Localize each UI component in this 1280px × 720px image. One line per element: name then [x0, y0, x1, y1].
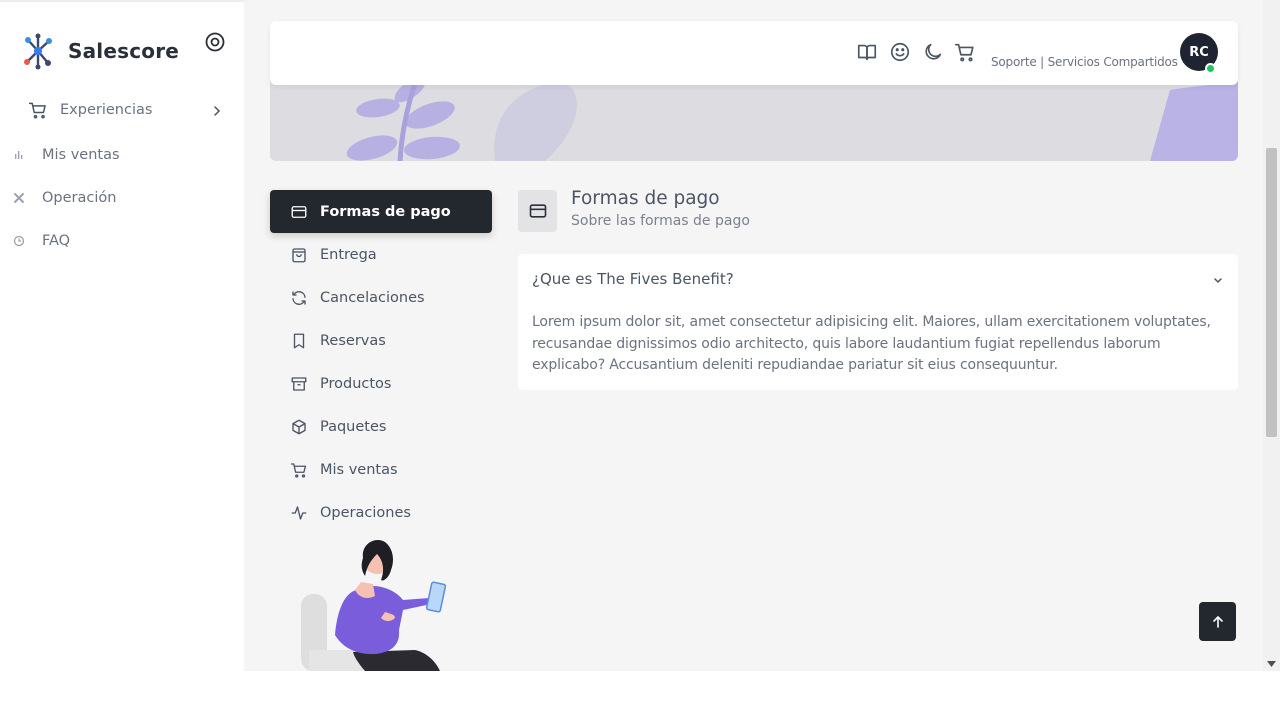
- moon-icon[interactable]: [922, 41, 944, 63]
- page-scrollbar[interactable]: [1263, 0, 1280, 671]
- section-subtitle: Sobre las formas de pago: [571, 213, 750, 229]
- brand-name: Salescore: [68, 39, 180, 63]
- category-label: Entrega: [320, 246, 377, 263]
- faq-accordion-item: ¿Que es The Fives Benefit? Lorem ipsum d…: [518, 254, 1238, 390]
- category-reservas[interactable]: Reservas: [270, 319, 492, 362]
- credit-card-icon: [529, 204, 546, 218]
- section-icon-box: [518, 190, 557, 232]
- sidebar-item-experiencias[interactable]: Experiencias: [28, 100, 152, 120]
- sidebar-item-faq[interactable]: FAQ: [12, 233, 70, 249]
- section-title: Formas de pago: [571, 188, 720, 209]
- scrollbar-thumb[interactable]: [1266, 148, 1277, 437]
- online-status-badge: [1205, 63, 1216, 74]
- category-operaciones[interactable]: Operaciones: [270, 491, 492, 534]
- book-icon[interactable]: [856, 41, 878, 63]
- sidebar-item-operacion[interactable]: Operación: [12, 190, 116, 206]
- category-label: Productos: [320, 375, 392, 392]
- category-label: Cancelaciones: [320, 289, 425, 306]
- woman-with-phone-illustration: [301, 539, 447, 671]
- archive-icon: [291, 376, 307, 391]
- top-bar: Soporte | Servicios Compartidos RC: [270, 21, 1238, 85]
- sidebar-item-label: FAQ: [42, 233, 71, 249]
- brand-logo-icon: [24, 33, 52, 70]
- category-label: Formas de pago: [320, 203, 451, 220]
- category-mis-ventas[interactable]: Mis ventas: [270, 448, 492, 491]
- faq-answer: Lorem ipsum dolor sit, amet consectetur …: [532, 314, 1211, 373]
- page-bottom-margin: [0, 671, 1280, 720]
- credit-card-icon: [291, 205, 307, 218]
- cart-icon[interactable]: [954, 41, 976, 63]
- clock-icon: [13, 235, 25, 247]
- bag-icon: [292, 247, 306, 262]
- package-icon: [292, 419, 306, 434]
- chevron-down-icon[interactable]: [1212, 276, 1224, 286]
- app-root: Salescore Experiencias Mis ventas Operac…: [0, 0, 1280, 671]
- category-label: Paquetes: [320, 418, 387, 435]
- sidebar-item-label: Experiencias: [60, 102, 153, 118]
- tools-icon: [14, 193, 24, 203]
- support-link[interactable]: Soporte | Servicios Compartidos: [991, 55, 1178, 69]
- avatar-initials: RC: [1189, 44, 1209, 60]
- smile-icon[interactable]: [889, 41, 911, 63]
- bar-chart-icon: [15, 151, 23, 159]
- category-productos[interactable]: Productos: [270, 362, 492, 405]
- cart-icon: [28, 102, 46, 119]
- category-cancelaciones[interactable]: Cancelaciones: [270, 276, 492, 319]
- category-entrega[interactable]: Entrega: [270, 233, 492, 276]
- back-to-top-button[interactable]: [1199, 602, 1236, 641]
- activity-icon: [291, 505, 307, 520]
- scroll-down-arrow-icon[interactable]: [1267, 661, 1276, 667]
- sidebar: Salescore Experiencias Mis ventas Operac…: [0, 0, 244, 671]
- category-label: Mis ventas: [320, 461, 398, 478]
- cart-icon: [290, 462, 307, 478]
- arrow-up-icon: [1212, 615, 1223, 628]
- bookmark-icon: [293, 333, 305, 348]
- category-formas-de-pago[interactable]: Formas de pago: [270, 190, 492, 233]
- category-label: Reservas: [320, 332, 386, 349]
- chevron-right-icon[interactable]: [212, 104, 222, 118]
- brand[interactable]: Salescore: [22, 32, 179, 70]
- category-paquetes[interactable]: Paquetes: [270, 405, 492, 448]
- faq-question[interactable]: ¿Que es The Fives Benefit?: [532, 270, 734, 288]
- refresh-icon: [292, 290, 306, 305]
- category-label: Operaciones: [320, 504, 411, 521]
- sidebar-item-label: Mis ventas: [42, 147, 120, 163]
- sidebar-toggle-icon[interactable]: [205, 32, 225, 52]
- sidebar-item-mis-ventas[interactable]: Mis ventas: [12, 147, 120, 163]
- sidebar-item-label: Operación: [42, 190, 117, 206]
